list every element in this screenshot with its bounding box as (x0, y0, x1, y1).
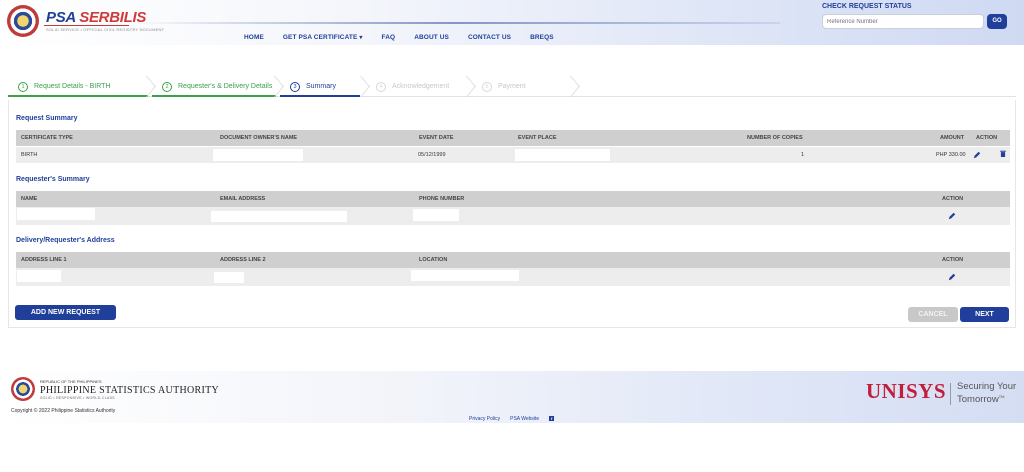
nav-home[interactable]: HOME (244, 34, 264, 41)
psa-seal-icon[interactable] (7, 5, 39, 37)
privacy-policy-link[interactable]: Privacy Policy (469, 416, 500, 422)
edit-pencil-icon[interactable] (948, 273, 956, 281)
request-summary-title: Request Summary (16, 115, 78, 122)
address-summary-title: Delivery/Requester's Address (16, 237, 115, 244)
chevron-down-icon: ▾ (359, 35, 363, 41)
step-payment: 5 Payment (472, 76, 572, 97)
unisys-tagline: Securing Your TomorrowTM (957, 381, 1017, 406)
republic-label: REPUBLIC OF THE PHILIPPINES (40, 379, 102, 384)
main-nav: HOME GET PSA CERTIFICATE ▾ FAQ ABOUT US C… (244, 34, 573, 41)
redacted-address-line-1 (17, 270, 61, 282)
unisys-divider (950, 383, 951, 405)
amount: PHP 330.00 (936, 152, 966, 158)
header-swoosh (130, 22, 780, 24)
facebook-icon[interactable]: f (549, 416, 555, 421)
step-2-indicator (152, 95, 276, 97)
step-request-details[interactable]: 1 Request Details - BIRTH (8, 76, 148, 97)
site-header: PSA SERBILIS SOLID SERVICE • OFFICIAL CI… (0, 0, 1024, 45)
authority-name: PHILIPPINE STATISTICS AUTHORITY (40, 385, 220, 396)
copyright-text: Copyright © 2022 Philippine Statistics A… (11, 408, 116, 414)
redacted-requester-name (17, 208, 95, 220)
footer-links: Privacy Policy PSA Website f (469, 416, 555, 422)
step-separator (570, 76, 580, 97)
redacted-location (411, 270, 519, 281)
certificate-type: BIRTH (21, 152, 38, 158)
address-summary-header: ADDRESS LINE 1 ADDRESS LINE 2 LOCATION A… (16, 252, 1010, 268)
step-3-indicator (280, 95, 360, 97)
step-requester-delivery[interactable]: 2 Requester's & Delivery Details (152, 76, 276, 97)
reference-number-input[interactable] (822, 14, 984, 29)
site-footer: REPUBLIC OF THE PHILIPPINES PHILIPPINE S… (0, 371, 1024, 423)
next-button[interactable]: NEXT (960, 307, 1009, 322)
redacted-email (211, 211, 347, 222)
brand-tagline: SOLID SERVICE • OFFICIAL CIVIL REGISTRY … (46, 27, 165, 32)
edit-pencil-icon[interactable] (948, 212, 956, 220)
psa-website-link[interactable]: PSA Website (510, 416, 539, 422)
cancel-button[interactable]: CANCEL (908, 307, 958, 322)
nav-about-us[interactable]: ABOUT US (414, 34, 449, 41)
table-row: BIRTH 05/12/1999 1 PHP 330.00 (16, 147, 1010, 163)
step-acknowledgement: 4 Acknowledgement (366, 76, 466, 97)
number-of-copies: 1 (801, 152, 805, 158)
redacted-event-place (515, 149, 610, 161)
psa-seal-icon (11, 377, 35, 401)
nav-breqs[interactable]: BREQS (530, 34, 554, 41)
redacted-address-line-2 (214, 272, 244, 283)
requester-summary-header: NAME EMAIL ADDRESS PHONE NUMBER ACTION (16, 191, 1010, 207)
logo-underline (44, 25, 129, 26)
table-row (16, 268, 1010, 286)
delete-trash-icon[interactable] (1000, 150, 1006, 157)
redacted-owner-name (213, 149, 303, 161)
step-1-indicator (8, 95, 148, 97)
progress-steps: 1 Request Details - BIRTH 2 Requester's & … (8, 76, 1016, 97)
check-request-status-title: CHECK REQUEST STATUS (822, 3, 912, 10)
authority-motto: SOLID • RESPONSIVE • WORLD-CLASS (40, 396, 115, 400)
edit-pencil-icon[interactable] (973, 151, 981, 159)
table-row (16, 207, 1010, 225)
redacted-phone (413, 209, 459, 221)
nav-faq[interactable]: FAQ (382, 34, 396, 41)
go-button[interactable]: GO (987, 14, 1007, 29)
add-new-request-button[interactable]: ADD NEW REQUEST (15, 305, 116, 320)
request-summary-header: CERTIFICATE TYPE DOCUMENT OWNER'S NAME E… (16, 130, 1010, 146)
requester-summary-title: Requester's Summary (16, 176, 90, 183)
event-date: 05/12/1999 (418, 152, 446, 158)
summary-panel: Request Summary CERTIFICATE TYPE DOCUMEN… (8, 100, 1016, 328)
unisys-logo: UNISYS (866, 379, 947, 403)
nav-contact-us[interactable]: CONTACT US (468, 34, 511, 41)
nav-get-psa-certificate[interactable]: GET PSA CERTIFICATE ▾ (283, 34, 363, 41)
step-summary[interactable]: 3 Summary (280, 76, 360, 97)
